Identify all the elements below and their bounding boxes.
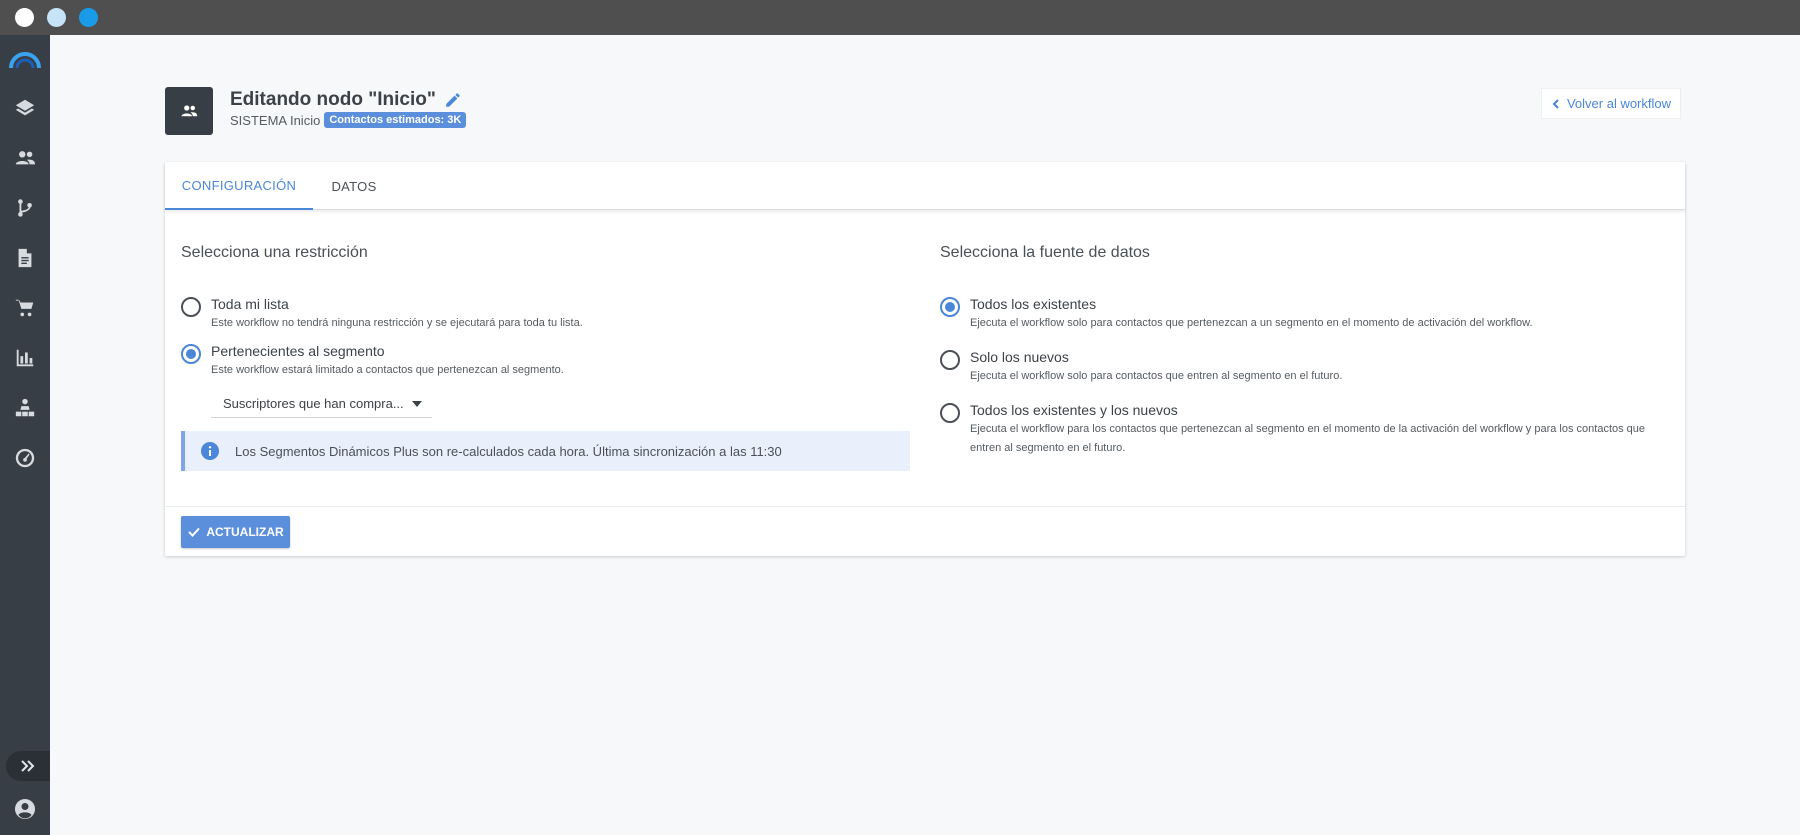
node-type-icon [165, 87, 213, 135]
sidebar-expand-button[interactable] [6, 751, 50, 781]
source-option-new[interactable]: Solo los nuevos Ejecuta el workflow solo… [940, 348, 1342, 386]
cart-icon [15, 299, 34, 317]
source-existing-desc: Ejecuta el workflow solo para contactos … [970, 317, 1533, 329]
user-icon [15, 799, 36, 819]
source-option-existing-and-new[interactable]: Todos los existentes y los nuevos Ejecut… [940, 401, 1670, 458]
page-subtitle: SISTEMA Inicio Contactos estimados: 3K [230, 112, 467, 128]
window-close-dot[interactable] [15, 8, 34, 27]
node-system-label: SISTEMA Inicio [230, 112, 321, 128]
chevron-left-icon [1552, 98, 1559, 109]
source-new-desc: Ejecuta el workflow solo para contactos … [970, 370, 1343, 382]
workflow-icon [18, 199, 32, 217]
segment-sync-info-text: Los Segmentos Dinámicos Plus son re-calc… [235, 443, 782, 459]
window-maximize-dot[interactable] [79, 8, 98, 27]
sidebar-item-ecommerce[interactable] [0, 288, 50, 328]
tab-configuracion[interactable]: CONFIGURACIÓN [165, 162, 313, 210]
source-section-title: Selecciona la fuente de datos [940, 244, 1150, 261]
dashboard-icon [15, 448, 35, 468]
info-icon [201, 442, 219, 460]
sidebar-item-workflows[interactable] [0, 188, 50, 228]
restriction-all-label: Toda mi lista [211, 296, 289, 312]
tab-datos[interactable]: DATOS [313, 162, 395, 210]
update-button[interactable]: ACTUALIZAR [181, 516, 290, 548]
source-existing-radio[interactable] [940, 297, 960, 317]
sidebar [0, 35, 50, 835]
expand-icon [21, 760, 35, 772]
restriction-segment-label: Pertenecientes al segmento [211, 343, 385, 359]
source-new-radio[interactable] [940, 350, 960, 370]
page-title: Editando nodo "Inicio" [230, 89, 436, 110]
edit-title-button[interactable] [444, 91, 462, 109]
sidebar-item-reports[interactable] [0, 338, 50, 378]
restriction-all-radio[interactable] [181, 297, 201, 317]
chart-icon [16, 349, 34, 367]
contacts-icon [15, 151, 36, 165]
restriction-option-all[interactable]: Toda mi lista Este workflow no tendrá ni… [181, 295, 583, 333]
source-existing-and-new-radio[interactable] [940, 403, 960, 423]
tab-bar: CONFIGURACIÓN DATOS [165, 162, 1685, 210]
restriction-option-segment[interactable]: Pertenecientes al segmento Este workflow… [181, 342, 564, 380]
caret-down-icon [412, 400, 422, 407]
sidebar-item-contacts[interactable] [0, 138, 50, 178]
sidebar-item-layers[interactable] [0, 88, 50, 128]
back-to-workflow-button[interactable]: Volver al workflow [1541, 88, 1681, 119]
segment-sync-info: Los Segmentos Dinámicos Plus son re-calc… [181, 431, 910, 471]
sidebar-item-dashboard[interactable] [0, 438, 50, 478]
pencil-icon [446, 93, 460, 107]
segment-select[interactable]: Suscriptores que han compra... [211, 390, 432, 418]
source-new-label: Solo los nuevos [970, 349, 1069, 365]
restriction-segment-radio[interactable] [181, 344, 201, 364]
segment-select-value: Suscriptores que han compra... [223, 396, 404, 411]
window-titlebar [0, 0, 1800, 35]
estimated-contacts-badge: Contactos estimados: 3K [324, 112, 467, 128]
restriction-segment-desc: Este workflow estará limitado a contacto… [211, 364, 564, 376]
sidebar-user-button[interactable] [0, 789, 50, 829]
document-icon [18, 248, 32, 268]
back-to-workflow-label: Volver al workflow [1566, 96, 1672, 111]
source-existing-label: Todos los existentes [970, 296, 1097, 312]
layers-icon [15, 99, 35, 116]
restriction-all-desc: Este workflow no tendrá ninguna restricc… [211, 317, 583, 329]
node-config-card: CONFIGURACIÓN DATOS Selecciona una restr… [165, 162, 1685, 556]
source-option-existing[interactable]: Todos los existentes Ejecuta el workflow… [940, 295, 1533, 333]
source-existing-and-new-label: Todos los existentes y los nuevos [970, 402, 1178, 418]
page-header: Editando nodo "Inicio" [230, 89, 462, 111]
source-existing-and-new-desc: Ejecuta el workflow para los contactos q… [970, 423, 1646, 454]
contacts-icon [181, 105, 198, 117]
sitemap-icon [15, 398, 35, 417]
restriction-section-title: Selecciona una restricción [181, 244, 368, 261]
logo-icon[interactable] [9, 49, 41, 69]
check-icon [188, 527, 201, 537]
update-button-label: ACTUALIZAR [206, 525, 284, 539]
window-minimize-dot[interactable] [47, 8, 66, 27]
sidebar-item-sitemap[interactable] [0, 388, 50, 428]
card-footer-divider [165, 506, 1685, 507]
sidebar-item-documents[interactable] [0, 238, 50, 278]
